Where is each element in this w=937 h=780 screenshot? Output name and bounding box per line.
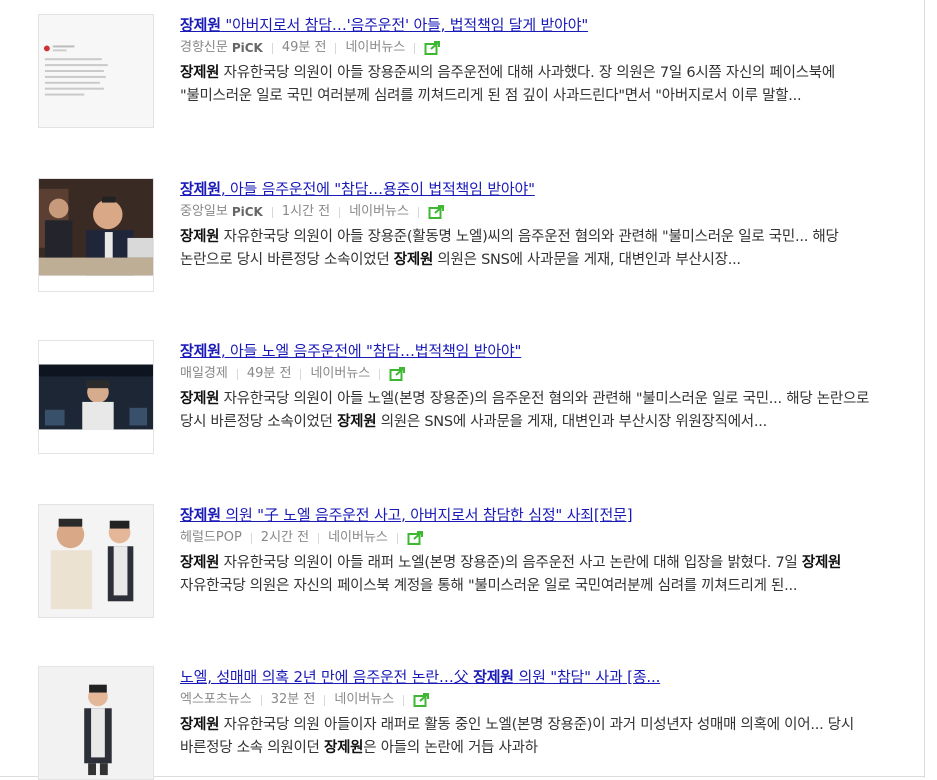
news-title-link[interactable]: 장제원, 아들 노엘 음주운전에 "참담…법적책임 받아야": [180, 340, 880, 362]
tv-show-still-icon: [39, 341, 153, 453]
share-icon[interactable]: [413, 692, 431, 708]
title-keyword: 장제원: [180, 342, 221, 360]
desc-keyword: 장제원: [180, 65, 220, 81]
meta-divider: [300, 368, 302, 380]
press-name[interactable]: 경향신문: [180, 38, 228, 58]
share-icon[interactable]: [424, 40, 442, 56]
title-text: , 아들 음주운전에 "참담…용준이 법적책임 받아야": [220, 180, 535, 198]
naver-news-link[interactable]: 네이버뉴스: [310, 364, 370, 384]
desc-keyword: 장제원: [801, 555, 842, 571]
press-name[interactable]: 중앙일보: [180, 202, 228, 222]
share-icon[interactable]: [428, 204, 446, 220]
time-ago: 49분 전: [246, 366, 292, 381]
meta-divider: [271, 42, 273, 54]
meta-divider: [339, 206, 341, 218]
meta-divider: [318, 532, 320, 544]
time-ago: 32분 전: [270, 692, 316, 707]
press-name[interactable]: 헤럴드POP: [180, 528, 242, 548]
meta-divider: [324, 694, 326, 706]
meta-divider: [236, 368, 238, 380]
news-content: 장제원 의원 "子 노엘 음주운전 사고, 아버지로서 참담한 심정" 사죄[전…: [180, 504, 880, 598]
news-meta: 매일경제 49분 전 네이버뉴스: [180, 364, 880, 384]
naver-news-link[interactable]: 네이버뉴스: [349, 202, 409, 222]
title-text: 의원 "子 노엘 음주운전 사고, 아버지로서 참담한 심정" 사죄[전문]: [220, 506, 633, 524]
news-title-link[interactable]: 장제원 "아버지로서 참담…'음주운전' 아들, 법적책임 달게 받아야": [180, 14, 880, 36]
share-icon[interactable]: [407, 530, 425, 546]
desc-text: 의원은 SNS에 사과문을 게재, 대변인과 부산시장 위원장직에서...: [376, 414, 768, 430]
meta-divider: [396, 532, 398, 544]
desc-keyword: 장제원: [180, 229, 220, 245]
meta-divider: [414, 42, 416, 54]
desc-text: 자유한국당 의원이 아들 래퍼 노엘(본명 장용준)의 음주운전 사고 논란에 …: [219, 555, 802, 571]
news-item: 노엘, 성매매 의혹 2년 만에 음주운전 논란…父 장제원 의원 "참담" 사…: [38, 666, 898, 780]
desc-keyword: 장제원: [323, 740, 364, 756]
news-title-link[interactable]: 노엘, 성매매 의혹 2년 만에 음주운전 논란…父 장제원 의원 "참담" 사…: [180, 666, 880, 688]
meta-divider: [271, 206, 273, 218]
news-meta: 헤럴드POP 2시간 전 네이버뉴스: [180, 528, 880, 548]
title-keyword: 장제원: [180, 180, 221, 198]
desc-text: 자유한국당 의원은 자신의 페이스북 계정을 통해 "불미스러운 일로 국민여러…: [180, 578, 798, 594]
news-item: 장제원 "아버지로서 참담…'음주운전' 아들, 법적책임 달게 받아야" 경향…: [38, 14, 898, 154]
title-text: 의원 "참담" 사과 [종...: [513, 668, 661, 686]
desc-keyword: 장제원: [180, 391, 220, 407]
news-thumbnail[interactable]: [38, 14, 154, 128]
news-item: 장제원 의원 "子 노엘 음주운전 사고, 아버지로서 참담한 심정" 사죄[전…: [38, 504, 898, 644]
meta-divider: [250, 532, 252, 544]
desc-keyword: 장제원: [393, 252, 434, 268]
two-people-photo-icon: [39, 505, 153, 617]
desc-keyword: 장제원: [337, 414, 377, 430]
news-meta: 중앙일보 PiCK 1시간 전 네이버뉴스: [180, 202, 880, 222]
politician-photo-icon: [39, 179, 153, 291]
news-description: 장제원 자유한국당 의원이 아들 래퍼 노엘(본명 장용준)의 음주운전 사고 …: [180, 552, 880, 598]
news-description: 장제원 자유한국당 의원이 아들 노엘(본명 장용준)의 음주운전 혐의와 관련…: [180, 388, 880, 434]
news-title-link[interactable]: 장제원, 아들 음주운전에 "참담…용준이 법적책임 받아야": [180, 178, 880, 200]
press-name[interactable]: 매일경제: [180, 364, 228, 384]
news-description: 장제원 자유한국당 의원이 아들 장용준(활동명 노엘)씨의 음주운전 혐의와 …: [180, 226, 880, 272]
share-icon[interactable]: [389, 366, 407, 382]
right-border: [924, 0, 925, 778]
news-thumbnail[interactable]: [38, 340, 154, 454]
title-keyword: 장제원: [180, 506, 221, 524]
facebook-post-thumbnail-icon: [39, 15, 153, 127]
desc-keyword: 장제원: [180, 555, 220, 571]
news-content: 장제원, 아들 노엘 음주운전에 "참담…법적책임 받아야" 매일경제 49분 …: [180, 340, 880, 434]
news-content: 장제원 "아버지로서 참담…'음주운전' 아들, 법적책임 달게 받아야" 경향…: [180, 14, 880, 108]
time-ago: 1시간 전: [281, 204, 331, 219]
news-thumbnail[interactable]: [38, 504, 154, 618]
title-keyword: 장제원: [180, 16, 221, 34]
press-name[interactable]: 엑스포츠뉴스: [180, 690, 252, 710]
news-title-link[interactable]: 장제원 의원 "子 노엘 음주운전 사고, 아버지로서 참담한 심정" 사죄[전…: [180, 504, 880, 526]
news-thumbnail[interactable]: [38, 178, 154, 292]
news-thumbnail[interactable]: [38, 666, 154, 780]
desc-keyword: 장제원: [180, 717, 220, 733]
pick-badge: PiCK: [231, 205, 263, 219]
title-text: , 아들 노엘 음주운전에 "참담…법적책임 받아야": [220, 342, 522, 360]
title-text: 노엘, 성매매 의혹 2년 만에 음주운전 논란…父: [180, 668, 474, 686]
person-studio-photo-icon: [39, 667, 153, 779]
meta-divider: [379, 368, 381, 380]
news-meta: 경향신문 PiCK 49분 전 네이버뉴스: [180, 38, 880, 58]
meta-divider: [403, 694, 405, 706]
desc-text: 은 아들의 논란에 거듭 사과하: [363, 740, 538, 756]
time-ago: 49분 전: [281, 40, 327, 55]
news-description: 장제원 자유한국당 의원 아들이자 래퍼로 활동 중인 노엘(본명 장용준)이 …: [180, 714, 880, 760]
news-content: 장제원, 아들 음주운전에 "참담…용준이 법적책임 받아야" 중앙일보 PiC…: [180, 178, 880, 272]
meta-divider: [417, 206, 419, 218]
news-description: 장제원 자유한국당 의원이 아들 장용준씨의 음주운전에 대해 사과했다. 장 …: [180, 62, 880, 108]
desc-text: 의원은 SNS에 사과문을 게재, 대변인과 부산시장...: [433, 252, 741, 268]
title-text: "아버지로서 참담…'음주운전' 아들, 법적책임 달게 받아야": [220, 16, 589, 34]
meta-divider: [260, 694, 262, 706]
news-content: 노엘, 성매매 의혹 2년 만에 음주운전 논란…父 장제원 의원 "참담" 사…: [180, 666, 880, 760]
naver-news-link[interactable]: 네이버뉴스: [334, 690, 394, 710]
news-meta: 엑스포츠뉴스 32분 전 네이버뉴스: [180, 690, 880, 710]
pick-badge: PiCK: [231, 41, 263, 55]
news-item: 장제원, 아들 음주운전에 "참담…용준이 법적책임 받아야" 중앙일보 PiC…: [38, 178, 898, 318]
desc-text: 자유한국당 의원이 아들 장용준씨의 음주운전에 대해 사과했다. 장 의원은 …: [180, 65, 835, 104]
news-item: 장제원, 아들 노엘 음주운전에 "참담…법적책임 받아야" 매일경제 49분 …: [38, 340, 898, 480]
meta-divider: [335, 42, 337, 54]
title-keyword: 장제원: [473, 668, 514, 686]
naver-news-link[interactable]: 네이버뉴스: [345, 38, 405, 58]
naver-news-link[interactable]: 네이버뉴스: [328, 528, 388, 548]
time-ago: 2시간 전: [260, 530, 310, 545]
